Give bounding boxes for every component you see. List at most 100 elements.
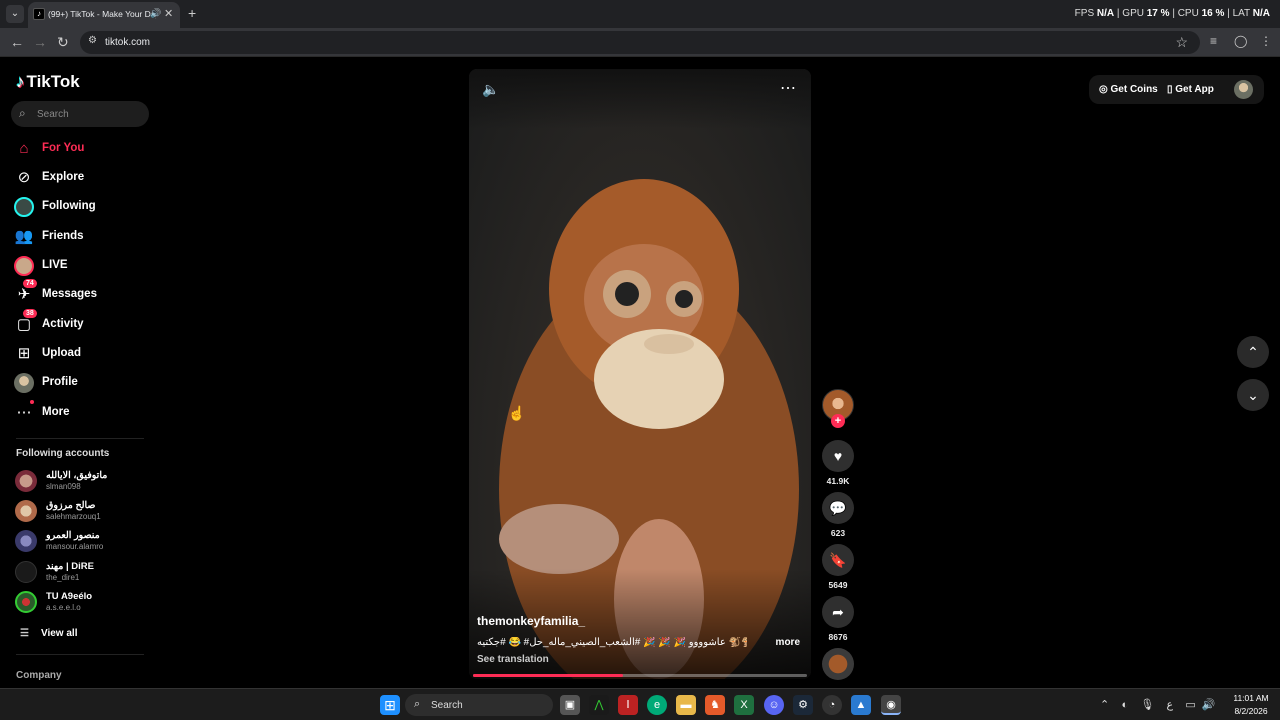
windows-start-icon[interactable]: ⊞ [380, 695, 400, 715]
view-all-button[interactable]: ☰ View all [20, 628, 77, 639]
like-heart-icon[interactable]: ♥ [822, 440, 854, 472]
network-icon[interactable]: ▭ [1185, 699, 1195, 711]
music-disc-icon[interactable] [822, 648, 854, 680]
following-avatar-icon [14, 197, 34, 217]
tray-app-icon[interactable]: ◐ [1121, 699, 1128, 711]
media-controls-icon[interactable]: ≡ [1210, 34, 1217, 48]
language-indicator[interactable]: ع [1167, 699, 1174, 711]
speaker-icon[interactable]: 🔊 [1202, 699, 1216, 711]
company-link[interactable]: Company [16, 670, 62, 681]
taskbar-search-icon: ⌕ [414, 698, 421, 710]
task-view-icon[interactable]: ▣ [560, 695, 580, 715]
nav-messages[interactable]: ✈ 74 Messages [14, 279, 154, 306]
browser-menu-icon[interactable]: ⋮ [1260, 34, 1272, 48]
nav-following[interactable]: Following [14, 196, 154, 218]
nav-explore[interactable]: ⊘ Explore [14, 167, 154, 189]
following-account-item[interactable]: ماتوفيق، الايالله slman098 [15, 468, 155, 494]
following-account-item[interactable]: منصور العمرو mansour.alamro [15, 528, 155, 554]
caption-more-button[interactable]: more [776, 637, 800, 648]
previous-video-chevron-up-icon[interactable]: ⌃ [1237, 336, 1269, 368]
nav-more[interactable]: ⋯ More [14, 400, 154, 424]
live-avatar-icon [14, 256, 34, 276]
cpu-value: 16 % [1201, 8, 1225, 19]
get-coins-button[interactable]: ◎ Get Coins [1099, 84, 1158, 95]
bookmark-star-icon[interactable]: ☆ [1175, 34, 1188, 51]
brave-browser-icon[interactable]: ♞ [705, 695, 725, 715]
bookmark-icon[interactable]: 🔖 [822, 544, 854, 576]
clock-date[interactable]: 8/2/2026 [1230, 706, 1272, 716]
following-account-item[interactable]: مهند | DiRE the_dire1 [15, 559, 155, 585]
taskbar-search-input[interactable]: ⌕ Search [405, 694, 553, 716]
nav-label-explore: Explore [42, 171, 85, 183]
site-info-icon[interactable]: ⚙ [88, 35, 97, 46]
app-circle-icon[interactable]: ◔ [822, 695, 842, 715]
profile-icon[interactable]: ◯ [1234, 34, 1247, 48]
browser-tab-strip: ⌄ ♪ (99+) TikTok - Make Your Day 🔊 ✕ + F… [0, 0, 1280, 28]
microphone-icon[interactable]: 🎙 [1140, 699, 1154, 711]
video-player[interactable]: 🔈 ⋯ themonkeyfamilia_ عاشوووو 🎉 🎉 🎉 #الش… [469, 69, 811, 679]
taskbar-search-placeholder: Search [431, 700, 463, 711]
nav-live[interactable]: LIVE [14, 255, 154, 277]
fps-value: N/A [1096, 8, 1115, 19]
performance-overlay: FPS N/A | GPU 17 % | CPU 16 % | LAT N/A [1074, 8, 1270, 19]
user-avatar[interactable] [1234, 80, 1253, 99]
system-tray: ⌃ ◐ 🎙 ع ▭ 🔊 [1100, 698, 1216, 711]
browser-toolbar: ← → ↻ ⚙ tiktok.com ☆ ≡ ◯ ⋮ [0, 28, 1280, 57]
reload-icon[interactable]: ↻ [57, 34, 69, 51]
back-arrow-icon[interactable]: ← [10, 34, 24, 50]
address-bar[interactable]: ⚙ tiktok.com ☆ [80, 31, 1200, 54]
excel-icon[interactable]: X [734, 695, 754, 715]
sidebar-divider [16, 438, 144, 439]
get-app-button[interactable]: ▯ Get App [1167, 84, 1214, 95]
terminal-app-icon[interactable]: ⋀ [589, 695, 609, 715]
steam-icon[interactable]: ⚙ [793, 695, 813, 715]
lat-label: LAT [1232, 8, 1250, 19]
next-video-chevron-down-icon[interactable]: ⌄ [1237, 379, 1269, 411]
nav-upload[interactable]: ⊞ Upload [14, 343, 154, 365]
comment-icon[interactable]: 💬 [822, 492, 854, 524]
see-translation-link[interactable]: See translation [477, 654, 549, 665]
tab-audio-icon[interactable]: 🔊 [150, 8, 161, 19]
tray-chevron-up-icon[interactable]: ⌃ [1100, 699, 1109, 711]
nav-friends[interactable]: 👥 Friends [14, 226, 154, 248]
following-account-item[interactable]: TU A9eélo a.s.e.e.l.o [15, 589, 155, 615]
video-creator-name[interactable]: themonkeyfamilia_ [477, 614, 585, 628]
edge-browser-icon[interactable]: e [647, 695, 667, 715]
photos-app-icon[interactable]: ▲ [851, 695, 871, 715]
video-progress-bar[interactable] [473, 674, 807, 677]
nav-profile[interactable]: Profile [14, 372, 154, 394]
nav-label-profile: Profile [42, 376, 78, 388]
video-more-options-icon[interactable]: ⋯ [780, 78, 797, 98]
chrome-browser-icon[interactable]: ◉ [881, 695, 901, 715]
volume-icon[interactable]: 🔈 [482, 81, 499, 98]
account-avatar [15, 591, 37, 613]
nav-label-activity: Activity [42, 318, 84, 330]
windows-taskbar: ⊞ ⌕ Search ▣ ⋀ Ⅰ e ▬ ♞ X ☺ ⚙ ◔ ▲ ◉ ⌃ ◐ 🎙… [0, 688, 1280, 720]
account-avatar [15, 561, 37, 583]
tiktok-logo[interactable]: ♪ TikTok [16, 72, 80, 92]
file-explorer-icon[interactable]: ▬ [676, 695, 696, 715]
nav-activity[interactable]: ▢ 38 Activity [14, 309, 154, 336]
new-tab-button[interactable]: + [188, 5, 196, 21]
clock-time[interactable]: 11:01 AM [1230, 693, 1272, 703]
tab-search-button[interactable]: ⌄ [6, 5, 24, 23]
browser-tab[interactable]: ♪ (99+) TikTok - Make Your Day 🔊 ✕ [28, 2, 180, 28]
nav-for-you[interactable]: ⌂ For You [14, 138, 154, 160]
tab-close-icon[interactable]: ✕ [164, 7, 173, 20]
messages-badge: 74 [23, 279, 37, 288]
nav-label-for-you: For You [42, 142, 85, 154]
forward-arrow-icon[interactable]: → [33, 34, 47, 50]
list-icon: ☰ [20, 628, 29, 639]
account-handle: a.s.e.e.l.o [46, 603, 81, 612]
follow-plus-icon[interactable]: + [831, 414, 845, 428]
red-app-icon[interactable]: Ⅰ [618, 695, 638, 715]
messages-icon: ✈ [17, 286, 31, 303]
get-coins-label: Get Coins [1110, 84, 1158, 95]
following-account-item[interactable]: صالح مرزوق salehmarzouq1 [15, 498, 155, 524]
tab-title: (99+) TikTok - Make Your Day [48, 9, 156, 19]
tiktok-logo-icon: ♪ [16, 72, 25, 91]
get-app-label: Get App [1175, 84, 1214, 95]
search-input[interactable]: ⌕ Search [11, 101, 149, 127]
share-arrow-icon[interactable]: ➦ [822, 596, 854, 628]
discord-icon[interactable]: ☺ [764, 695, 784, 715]
